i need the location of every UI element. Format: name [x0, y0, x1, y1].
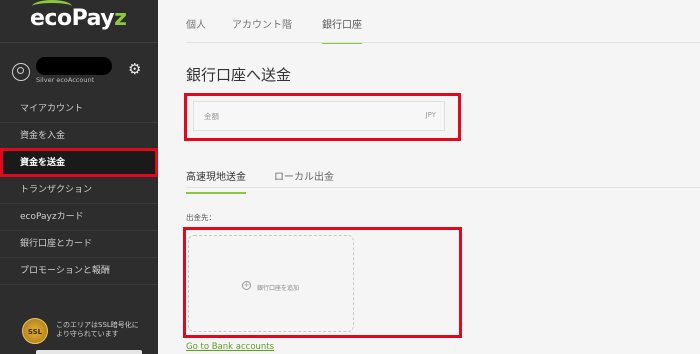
sidebar-item-transactions[interactable]: トランザクション [0, 177, 158, 204]
add-bank-account-label: 銀行口座を追加 [257, 285, 300, 292]
sidebar-item-bank-accounts-cards[interactable]: 銀行口座とカード [0, 231, 158, 258]
tab-fast-local-transfer[interactable]: 高速現地送金 [186, 168, 246, 194]
sidebar-item-ecopayz-card[interactable]: ecoPayzカード [0, 204, 158, 231]
account-level: Silver ecoAccount [36, 76, 95, 84]
gear-icon[interactable]: ⚙ [128, 62, 141, 77]
amount-placeholder: 金額 [204, 112, 219, 121]
sidebar-nav: マイアカウント 資金を入金 資金を送金 トランザクション ecoPayzカード … [0, 96, 158, 285]
user-name-redacted [36, 57, 112, 75]
sidebar-item-label: トランザクション [20, 185, 93, 195]
sidebar-item-label: 資金を入金 [20, 131, 66, 141]
go-to-bank-accounts-link[interactable]: Go to Bank accounts [186, 342, 274, 352]
tab-personal[interactable]: 個人 [186, 16, 206, 42]
destination-highlight: + 銀行口座を追加 [183, 227, 462, 338]
tab-bank-account[interactable]: 銀行口座 [322, 16, 362, 44]
sidebar-item-my-account[interactable]: マイアカウント [0, 96, 158, 123]
ssl-notice: このエリアはSSL暗号化により守られています [56, 321, 139, 338]
sidebar-bottom-element [36, 350, 142, 354]
sidebar-item-send-money[interactable]: 資金を送金 [0, 148, 158, 177]
add-bank-account-card[interactable]: + 銀行口座を追加 [188, 235, 354, 332]
tab-account-level[interactable]: アカウント階 [232, 16, 292, 42]
sidebar-item-label: 銀行口座とカード [20, 239, 93, 249]
tab-local-withdrawal[interactable]: ローカル出金 [274, 168, 334, 192]
tabs-divider [186, 42, 700, 43]
sidebar: ecoPayz Silver ecoAccount ⚙ マイアカウント 資金を入… [0, 0, 158, 354]
sidebar-item-label: マイアカウント [20, 104, 84, 114]
user-avatar-icon[interactable] [12, 63, 30, 81]
logo-z: z [114, 6, 127, 31]
sidebar-item-promotions[interactable]: プロモーションと報酬 [0, 258, 158, 285]
sidebar-item-label: ecoPayzカード [20, 212, 84, 222]
plus-circle-icon: + [242, 281, 251, 290]
sidebar-item-label: プロモーションと報酬 [20, 266, 110, 276]
sidebar-item-deposit[interactable]: 資金を入金 [0, 123, 158, 150]
method-tabs-divider [186, 187, 700, 188]
sidebar-divider [0, 42, 158, 43]
ssl-badge-icon: SSL [22, 318, 48, 344]
currency-label: JPY [425, 111, 436, 119]
sidebar-item-label: 資金を送金 [20, 158, 66, 168]
amount-highlight: 金額 JPY [184, 93, 461, 141]
logo-swoosh-icon [32, 0, 72, 13]
page-title: 銀行口座へ送金 [186, 66, 292, 84]
amount-input[interactable]: 金額 JPY [193, 101, 445, 131]
destination-label: 出金先： [186, 213, 216, 222]
main-content: 個人 アカウント階 銀行口座 銀行口座へ送金 金額 JPY 高速現地送金 ローカ… [158, 0, 700, 354]
ecopayz-logo[interactable]: ecoPayz [30, 0, 127, 31]
